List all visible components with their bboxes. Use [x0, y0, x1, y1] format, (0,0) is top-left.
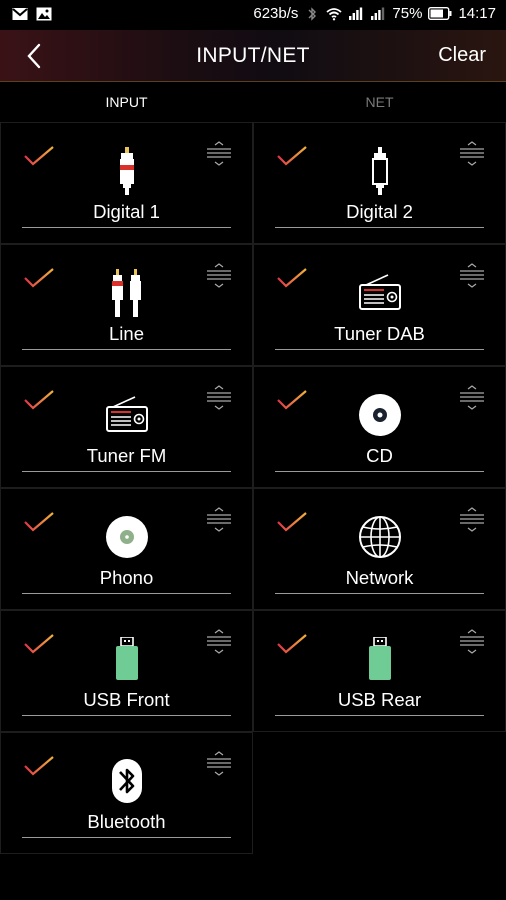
input-label: USB Front	[83, 689, 170, 710]
checkmark-icon[interactable]	[23, 267, 55, 289]
gallery-icon	[36, 7, 52, 21]
checkmark-icon[interactable]	[23, 145, 55, 167]
input-item-network[interactable]: Network	[253, 488, 506, 610]
underline	[22, 349, 231, 350]
app-header: INPUT/NET Clear	[0, 30, 506, 82]
input-item-bluetooth[interactable]: Bluetooth	[0, 732, 253, 854]
checkmark-icon[interactable]	[23, 755, 55, 777]
drag-handle-icon[interactable]	[206, 751, 232, 777]
input-item-usb-rear[interactable]: USB Rear	[253, 610, 506, 732]
checkmark-icon[interactable]	[276, 633, 308, 655]
globe-icon	[350, 511, 410, 563]
net-speed: 623b/s	[253, 5, 299, 22]
drag-handle-icon[interactable]	[459, 385, 485, 411]
input-item-cd[interactable]: CD	[253, 366, 506, 488]
drag-handle-icon[interactable]	[459, 141, 485, 167]
underline	[275, 471, 484, 472]
signal-icon-2	[371, 7, 385, 20]
input-item-tuner-fm[interactable]: Tuner FM	[0, 366, 253, 488]
rca-white-icon	[350, 145, 410, 197]
clear-button[interactable]: Clear	[438, 44, 486, 67]
underline	[275, 593, 484, 594]
input-label: Digital 1	[93, 201, 160, 222]
input-label: Network	[345, 567, 414, 588]
underline	[22, 227, 231, 228]
input-item-line[interactable]: Line	[0, 244, 253, 366]
checkmark-icon[interactable]	[276, 267, 308, 289]
drag-handle-icon[interactable]	[206, 629, 232, 655]
drag-handle-icon[interactable]	[206, 385, 232, 411]
input-item-digital-2[interactable]: Digital 2	[253, 122, 506, 244]
drag-handle-icon[interactable]	[459, 507, 485, 533]
underline	[22, 471, 231, 472]
input-label: Tuner FM	[86, 445, 167, 466]
underline	[275, 349, 484, 350]
checkmark-icon[interactable]	[276, 145, 308, 167]
drag-handle-icon[interactable]	[459, 629, 485, 655]
checkmark-icon[interactable]	[23, 633, 55, 655]
drag-handle-icon[interactable]	[206, 141, 232, 167]
drag-handle-icon[interactable]	[459, 263, 485, 289]
underline	[275, 715, 484, 716]
status-bar: 623b/s 75% 14:17	[0, 0, 506, 30]
input-item-usb-front[interactable]: USB Front	[0, 610, 253, 732]
signal-icon	[349, 7, 363, 20]
rca-red-icon	[97, 145, 157, 197]
gmail-icon	[12, 8, 28, 20]
radio-icon	[350, 267, 410, 319]
battery-icon	[428, 7, 452, 20]
usb-icon	[350, 633, 410, 685]
underline	[22, 837, 231, 838]
checkmark-icon[interactable]	[276, 389, 308, 411]
input-label: Tuner DAB	[334, 323, 425, 344]
input-label: CD	[366, 445, 393, 466]
tab-bar: INPUT NET	[0, 82, 506, 122]
input-label: Bluetooth	[87, 811, 166, 832]
usb-icon	[97, 633, 157, 685]
checkmark-icon[interactable]	[23, 511, 55, 533]
drag-handle-icon[interactable]	[206, 263, 232, 289]
battery-percent: 75%	[392, 5, 423, 22]
record-icon	[97, 511, 157, 563]
input-label: Digital 2	[346, 201, 413, 222]
input-label: Line	[109, 323, 144, 344]
clock: 14:17	[458, 5, 496, 22]
input-label: Phono	[99, 567, 154, 588]
underline	[22, 715, 231, 716]
bluetooth-status-icon	[308, 6, 317, 21]
input-item-tuner-dab[interactable]: Tuner DAB	[253, 244, 506, 366]
checkmark-icon[interactable]	[276, 511, 308, 533]
tab-input[interactable]: INPUT	[0, 82, 253, 122]
radio-icon	[97, 389, 157, 441]
input-item-phono[interactable]: Phono	[0, 488, 253, 610]
wifi-icon	[326, 7, 343, 20]
input-label: USB Rear	[337, 689, 422, 710]
input-item-digital-1[interactable]: Digital 1	[0, 122, 253, 244]
bluetooth-icon	[97, 755, 157, 807]
checkmark-icon[interactable]	[23, 389, 55, 411]
page-title: INPUT/NET	[196, 44, 310, 67]
rca-pair-icon	[97, 267, 157, 319]
tab-net[interactable]: NET	[253, 82, 506, 122]
underline	[22, 593, 231, 594]
disc-icon	[350, 389, 410, 441]
drag-handle-icon[interactable]	[206, 507, 232, 533]
underline	[275, 227, 484, 228]
